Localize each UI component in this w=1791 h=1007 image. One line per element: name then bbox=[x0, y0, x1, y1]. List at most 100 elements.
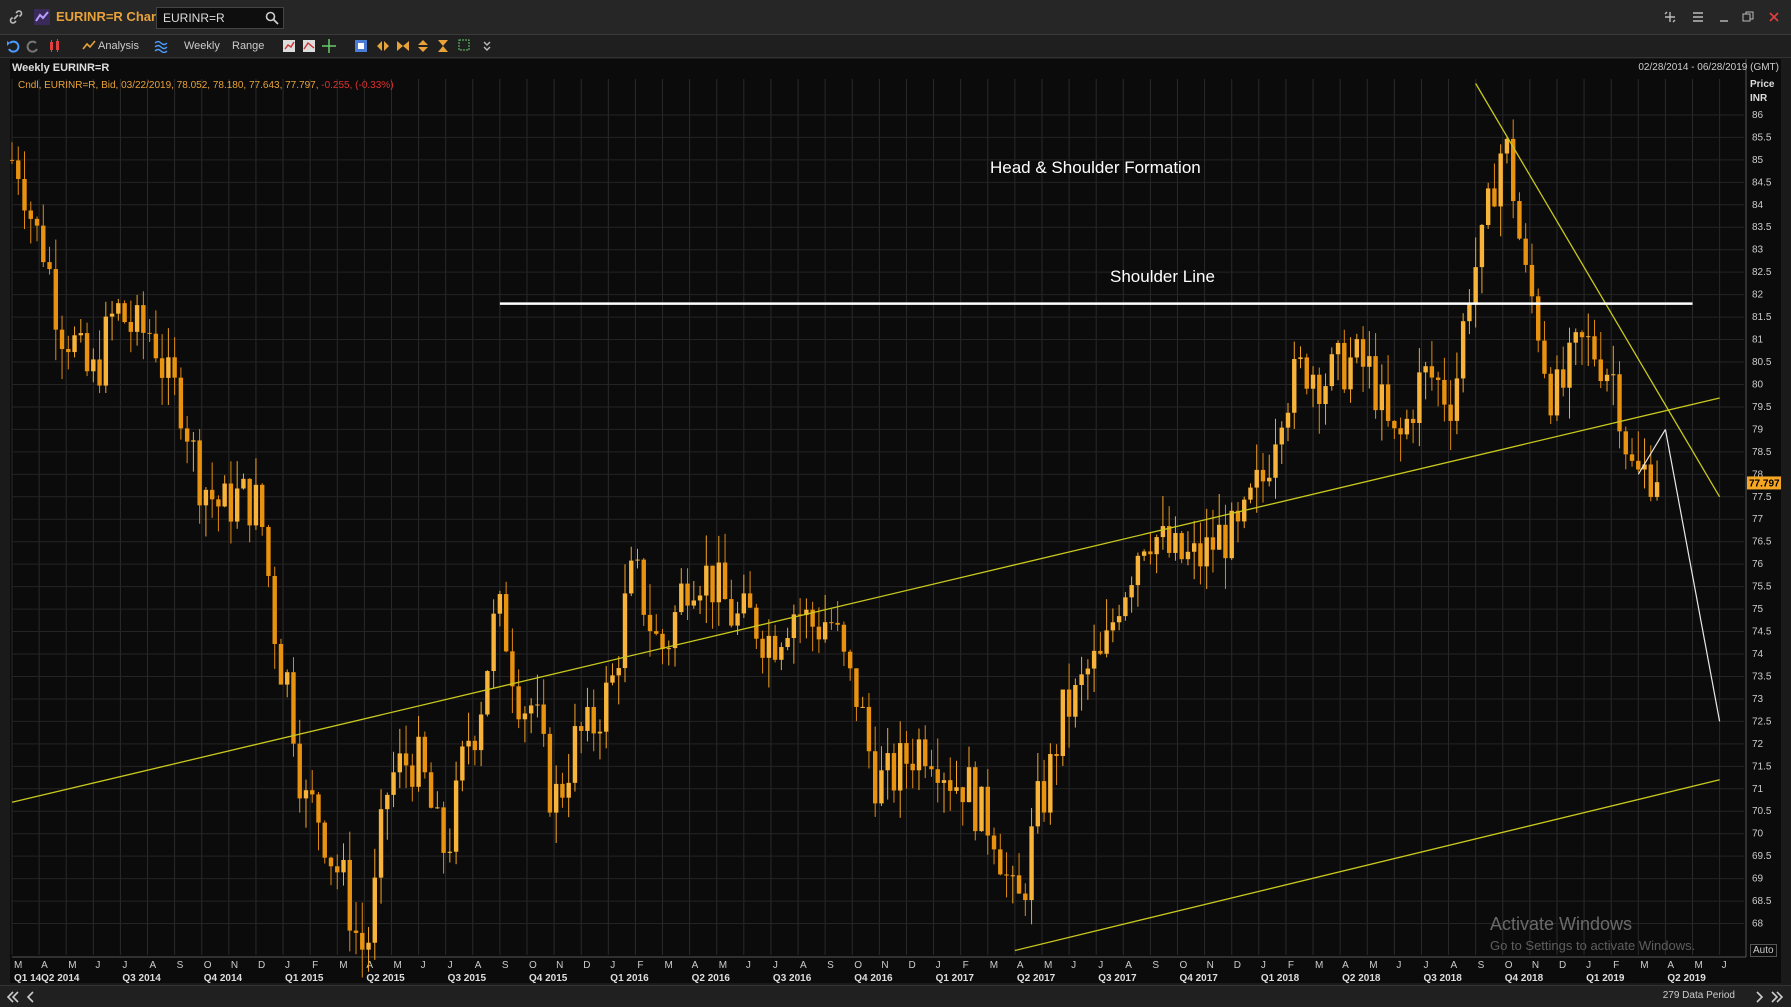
candle-body bbox=[929, 766, 934, 770]
candle-body bbox=[347, 859, 352, 931]
x-tick-month: N bbox=[231, 960, 238, 971]
minimize-icon[interactable] bbox=[1716, 9, 1732, 25]
candle-body bbox=[1442, 379, 1447, 405]
x-tick-quarter: Q2 2015 bbox=[366, 973, 405, 983]
range-select[interactable]: Range bbox=[232, 38, 264, 54]
auto-scale-button[interactable]: Auto bbox=[1750, 944, 1777, 957]
x-tick-quarter: Q4 2015 bbox=[529, 973, 568, 983]
candle-body bbox=[116, 303, 121, 314]
zoom-y-icon[interactable] bbox=[416, 39, 430, 53]
candle-body bbox=[1317, 374, 1322, 405]
link-icon[interactable] bbox=[8, 9, 24, 25]
x-tick-month: M bbox=[1369, 960, 1377, 971]
candle-body bbox=[1592, 336, 1597, 360]
scroll-end-icon[interactable] bbox=[1770, 990, 1784, 1004]
candle-body bbox=[1523, 238, 1528, 265]
menu-icon[interactable] bbox=[1690, 9, 1706, 25]
candle-body bbox=[1154, 537, 1159, 555]
chart-settings-icon[interactable] bbox=[282, 39, 296, 53]
candle-body bbox=[604, 682, 609, 732]
x-tick-month: D bbox=[258, 960, 265, 971]
analysis-icon[interactable] bbox=[82, 39, 96, 53]
fit-icon[interactable] bbox=[436, 39, 450, 53]
candle-body bbox=[847, 651, 853, 669]
candle-body bbox=[1267, 477, 1272, 482]
x-tick-month: D bbox=[908, 960, 915, 971]
candle-body bbox=[779, 647, 784, 660]
x-tick-month: O bbox=[1505, 960, 1513, 971]
x-tick-month: O bbox=[1180, 960, 1188, 971]
candle-body bbox=[310, 790, 315, 795]
candle-body bbox=[1504, 138, 1510, 154]
zoom-x-icon[interactable] bbox=[396, 39, 410, 53]
candle-body bbox=[910, 763, 915, 771]
y-tick-label: 74 bbox=[1752, 649, 1764, 660]
candle-body bbox=[228, 483, 234, 522]
redo-icon[interactable] bbox=[26, 39, 40, 53]
candle-body bbox=[1279, 427, 1284, 445]
candle-body bbox=[10, 159, 15, 161]
pan-icon[interactable] bbox=[376, 39, 390, 53]
candle-body bbox=[948, 780, 953, 791]
candle-body bbox=[503, 594, 509, 652]
scroll-start-icon[interactable] bbox=[6, 990, 20, 1004]
crosshair-icon[interactable] bbox=[322, 39, 336, 53]
scroll-right-icon[interactable] bbox=[1752, 990, 1766, 1004]
candle-body bbox=[697, 595, 703, 601]
candle-body bbox=[1629, 454, 1635, 461]
price-chart[interactable]: 86 85.5 85 84.5 84 83.5 83 82.5 82 81.5 81 80.5 80 79… bbox=[10, 59, 1781, 983]
layout-icon[interactable] bbox=[1662, 9, 1678, 25]
candle-body bbox=[541, 704, 546, 734]
x-tick-month: A bbox=[366, 960, 373, 971]
candle-body bbox=[1260, 469, 1266, 482]
candle-body bbox=[754, 607, 759, 639]
x-tick-quarter: Q1 2018 bbox=[1261, 973, 1300, 983]
search-icon[interactable] bbox=[265, 11, 279, 25]
x-tick-quarter: Q4 2018 bbox=[1505, 973, 1544, 983]
compare-icon[interactable] bbox=[302, 39, 316, 53]
candle-body bbox=[303, 790, 309, 799]
candle-body bbox=[378, 809, 384, 878]
candle-body bbox=[1548, 373, 1553, 416]
candle-body bbox=[685, 583, 690, 606]
x-tick-month: J bbox=[122, 960, 127, 971]
scroll-left-icon[interactable] bbox=[24, 990, 38, 1004]
candle-body bbox=[1623, 431, 1628, 455]
candle-body bbox=[898, 743, 903, 791]
undo-icon[interactable] bbox=[6, 39, 20, 53]
candle-body bbox=[397, 753, 403, 773]
interval-icon[interactable] bbox=[154, 39, 168, 53]
candle-body bbox=[647, 614, 653, 632]
candle-body bbox=[1598, 359, 1603, 382]
restore-icon[interactable] bbox=[1740, 9, 1756, 25]
candle-body bbox=[1373, 356, 1378, 411]
candle-body bbox=[572, 726, 578, 783]
candle-body bbox=[335, 866, 340, 873]
candle-body bbox=[1579, 332, 1585, 338]
analysis-menu[interactable]: Analysis bbox=[98, 38, 139, 54]
candle-body bbox=[266, 526, 271, 576]
candle-body bbox=[672, 612, 678, 649]
x-tick-month: J bbox=[285, 960, 290, 971]
interval-select[interactable]: Weekly bbox=[184, 38, 220, 54]
candle-body bbox=[1448, 404, 1453, 421]
close-icon[interactable] bbox=[1766, 9, 1782, 25]
candle-body bbox=[747, 593, 753, 608]
candle-body bbox=[860, 706, 865, 708]
x-tick-month: A bbox=[41, 960, 48, 971]
candle-body bbox=[666, 648, 671, 650]
candle-body bbox=[641, 559, 646, 615]
candle-body bbox=[47, 262, 52, 270]
export-icon[interactable] bbox=[354, 39, 368, 53]
x-tick-quarter: Q1 2016 bbox=[610, 973, 649, 983]
activation-watermark-title: Activate Windows bbox=[1490, 914, 1633, 934]
more-icon[interactable] bbox=[480, 39, 494, 53]
search-input[interactable] bbox=[163, 10, 255, 25]
y-tick-label: 70.5 bbox=[1752, 806, 1772, 817]
candle-type-icon[interactable] bbox=[48, 39, 62, 53]
search-box[interactable] bbox=[156, 7, 284, 29]
chart-area[interactable]: 86 85.5 85 84.5 84 83.5 83 82.5 82 81.5 81 80.5 80 79… bbox=[10, 59, 1781, 983]
select-icon[interactable] bbox=[458, 39, 472, 53]
candle-body bbox=[841, 624, 847, 652]
y-tick-label: 69 bbox=[1752, 874, 1764, 885]
